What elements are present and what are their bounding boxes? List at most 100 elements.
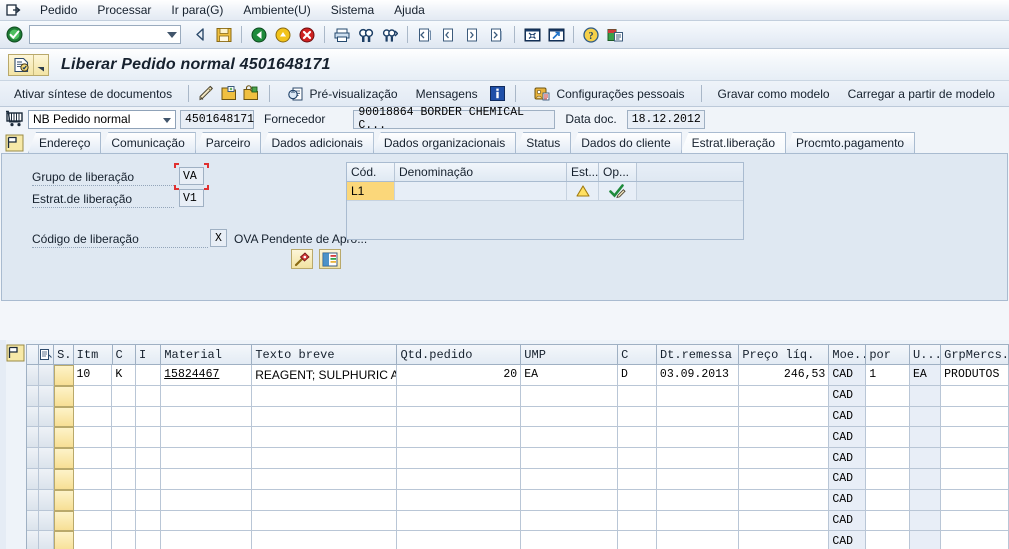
- cell-u[interactable]: [909, 406, 942, 428]
- cell-c1[interactable]: [112, 385, 136, 407]
- last-page-icon[interactable]: [486, 24, 508, 46]
- cell-moeda[interactable]: CAD: [829, 489, 867, 511]
- cell-i[interactable]: [135, 468, 162, 490]
- info-blue-icon[interactable]: [488, 84, 508, 104]
- row-selector[interactable]: [27, 468, 39, 490]
- cell-u[interactable]: [909, 510, 942, 532]
- system-menu-icon[interactable]: [4, 2, 22, 18]
- cell-itm[interactable]: [73, 448, 113, 469]
- cell-i[interactable]: [135, 489, 162, 511]
- row-selector[interactable]: [27, 531, 39, 549]
- exit-green-icon[interactable]: [248, 24, 270, 46]
- cell-i[interactable]: [135, 510, 162, 532]
- cell-c1[interactable]: [112, 489, 136, 511]
- cell-por[interactable]: [866, 468, 910, 490]
- cell-ump[interactable]: [521, 448, 619, 469]
- cell-preco-liq[interactable]: [739, 510, 830, 532]
- row-status-cell[interactable]: [54, 531, 74, 549]
- cell-itm[interactable]: [73, 510, 113, 532]
- vendor-field[interactable]: 90018864 BORDER CHEMICAL C...: [353, 106, 556, 132]
- tab-dados-adicionais[interactable]: Dados adicionais: [260, 132, 374, 153]
- release-table-row[interactable]: L1: [347, 182, 743, 201]
- row-marker[interactable]: [38, 385, 55, 407]
- table-row[interactable]: 10 K 15824467 REAGENT; SULPHURIC A... 20…: [27, 365, 1009, 386]
- release-cell-denominacao[interactable]: [395, 182, 567, 200]
- cell-i[interactable]: [135, 365, 162, 386]
- cell-preco-liq[interactable]: [739, 468, 830, 490]
- cell-grpmercs[interactable]: [941, 427, 1009, 449]
- cell-preco-liq[interactable]: [739, 531, 830, 549]
- customize-layout-icon[interactable]: [604, 24, 626, 46]
- cell-ump[interactable]: [521, 406, 619, 428]
- cell-texto-breve[interactable]: [252, 489, 398, 511]
- menu-item-processar[interactable]: Processar: [87, 1, 161, 19]
- cell-texto-breve[interactable]: [252, 468, 398, 490]
- cell-moeda[interactable]: CAD: [829, 406, 867, 428]
- cell-moeda[interactable]: CAD: [829, 385, 867, 407]
- cell-material[interactable]: [161, 385, 253, 407]
- release-document-icon[interactable]: [9, 55, 33, 75]
- cell-c2[interactable]: [618, 448, 657, 469]
- release-cell-codigo[interactable]: L1: [347, 182, 395, 200]
- release-strategy-input[interactable]: V1: [179, 189, 204, 207]
- cell-u[interactable]: [909, 448, 942, 469]
- cell-itm[interactable]: [73, 406, 113, 428]
- command-input[interactable]: [30, 26, 180, 43]
- cell-qtd-pedido[interactable]: [397, 489, 522, 511]
- cell-itm[interactable]: [73, 489, 113, 511]
- cell-grpmercs[interactable]: [941, 510, 1009, 532]
- cell-dt-remessa[interactable]: [656, 489, 740, 511]
- item-col-texto-breve[interactable]: Texto breve: [252, 345, 398, 365]
- cell-c1[interactable]: [112, 427, 136, 449]
- print-icon[interactable]: [331, 24, 353, 46]
- cell-dt-remessa[interactable]: [656, 406, 740, 428]
- cell-c2[interactable]: [618, 489, 657, 511]
- cell-moeda[interactable]: CAD: [829, 468, 867, 490]
- cell-material[interactable]: [161, 427, 253, 449]
- table-row[interactable]: CAD: [27, 448, 1009, 469]
- cell-dt-remessa[interactable]: [656, 531, 740, 549]
- cell-moeda[interactable]: CAD: [829, 448, 867, 469]
- back-icon[interactable]: [189, 24, 211, 46]
- tab-estrat-liberacao[interactable]: Estrat.liberação: [680, 132, 787, 153]
- release-col-operacao[interactable]: Op...: [599, 163, 637, 181]
- new-session-icon[interactable]: [521, 24, 543, 46]
- item-col-status[interactable]: S..: [54, 345, 74, 365]
- item-col-preco-liq[interactable]: Preço líq.: [739, 345, 830, 365]
- cell-grpmercs[interactable]: [941, 489, 1009, 511]
- tab-parceiro[interactable]: Parceiro: [194, 132, 262, 153]
- chevron-down-icon[interactable]: [163, 117, 171, 123]
- document-overview-button[interactable]: Ativar síntese de documentos: [6, 85, 180, 103]
- cell-dt-remessa[interactable]: [656, 448, 740, 469]
- cell-moeda[interactable]: CAD: [829, 427, 867, 449]
- release-prerequisites-icon[interactable]: [319, 249, 341, 269]
- cell-i[interactable]: [135, 406, 162, 428]
- cell-grpmercs[interactable]: [941, 448, 1009, 469]
- cell-por[interactable]: [866, 531, 910, 549]
- cell-moeda[interactable]: CAD: [829, 365, 867, 386]
- menu-item-ajuda[interactable]: Ajuda: [384, 1, 435, 19]
- cell-u[interactable]: [909, 427, 942, 449]
- cell-preco-liq[interactable]: [739, 427, 830, 449]
- cell-c1[interactable]: [112, 448, 136, 469]
- enter-check-icon[interactable]: [4, 25, 24, 45]
- title-icon-group[interactable]: [8, 53, 49, 76]
- cell-por[interactable]: [866, 510, 910, 532]
- cell-preco-liq[interactable]: [739, 489, 830, 511]
- cell-preco-liq[interactable]: [739, 406, 830, 428]
- tab-comunicacao[interactable]: Comunicação: [100, 132, 196, 153]
- warning-triangle-icon[interactable]: [567, 182, 599, 200]
- cancel-yellow-icon[interactable]: [272, 24, 294, 46]
- stop-red-icon[interactable]: [296, 24, 318, 46]
- cell-dt-remessa[interactable]: [656, 468, 740, 490]
- cell-ump[interactable]: [521, 531, 619, 549]
- cell-material[interactable]: 15824467: [161, 365, 253, 386]
- cell-i[interactable]: [135, 531, 162, 549]
- cell-c1[interactable]: K: [112, 365, 136, 386]
- find-next-icon[interactable]: [379, 24, 401, 46]
- cell-moeda[interactable]: CAD: [829, 510, 867, 532]
- cell-itm[interactable]: 10: [73, 365, 113, 386]
- load-from-template-button[interactable]: Carregar a partir de modelo: [840, 85, 1003, 103]
- release-col-denominacao[interactable]: Denominação: [395, 163, 567, 181]
- cell-itm[interactable]: [73, 468, 113, 490]
